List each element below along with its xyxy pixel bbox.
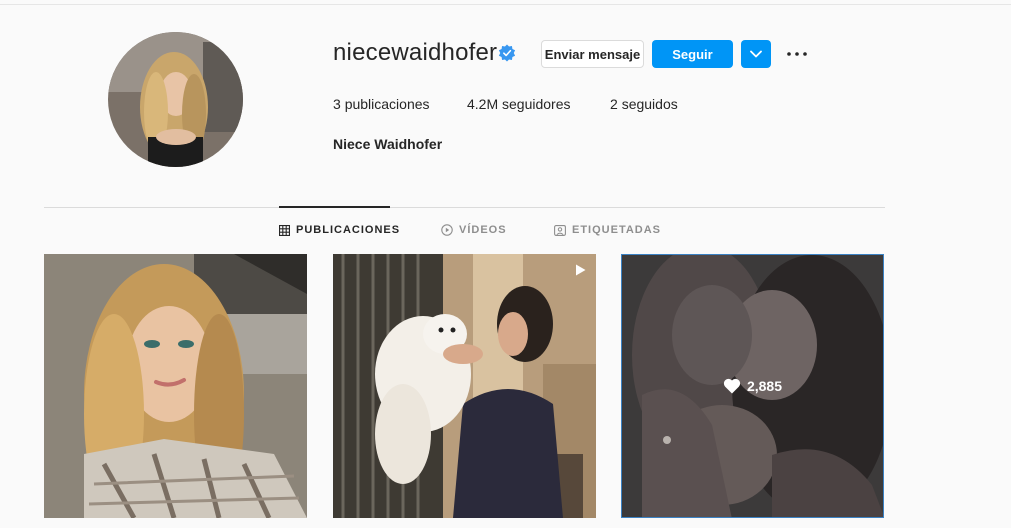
- more-options-icon: [787, 52, 807, 56]
- suggested-dropdown-button[interactable]: [741, 40, 771, 68]
- top-border: [0, 4, 1011, 5]
- post-image: [333, 254, 596, 518]
- chevron-down-icon: [750, 50, 762, 58]
- tab-publicaciones[interactable]: PUBLICACIONES: [279, 224, 400, 236]
- tab-videos[interactable]: VÍDEOS: [441, 224, 507, 236]
- more-options-button[interactable]: [785, 44, 809, 64]
- following-count: 2: [610, 96, 618, 112]
- grid-icon: [279, 224, 290, 236]
- likes-count: 2,885: [746, 378, 783, 394]
- video-tab-icon: [441, 224, 453, 236]
- post-tile[interactable]: [44, 254, 307, 518]
- tab-etiquetadas[interactable]: ETIQUETADAS: [554, 224, 661, 236]
- profile-avatar[interactable]: [108, 32, 243, 167]
- play-icon: [576, 264, 586, 276]
- tab-label: VÍDEOS: [459, 224, 507, 236]
- tab-label: PUBLICACIONES: [296, 224, 401, 236]
- tagged-icon: [554, 224, 566, 236]
- followers-stat[interactable]: 4.2M seguidores: [467, 96, 571, 112]
- posts-label: publicaciones: [344, 96, 430, 112]
- likes-overlay: 2,885: [622, 255, 883, 517]
- following-label: seguidos: [621, 96, 678, 112]
- posts-stat: 3 publicaciones: [333, 96, 430, 112]
- following-stat[interactable]: 2 seguidos: [610, 96, 678, 112]
- post-tile[interactable]: 2,885: [621, 254, 884, 518]
- verified-badge-icon: [498, 44, 516, 62]
- send-message-button[interactable]: Enviar mensaje: [541, 40, 644, 68]
- posts-count: 3: [333, 96, 341, 112]
- followers-label: seguidores: [502, 96, 571, 112]
- active-tab-indicator: [279, 206, 390, 208]
- post-image: [44, 254, 307, 518]
- tab-label: ETIQUETADAS: [572, 224, 662, 236]
- followers-count: 4.2M: [467, 96, 499, 112]
- heart-icon: [723, 378, 741, 394]
- profile-username: niecewaidhofer: [333, 39, 498, 66]
- follow-button[interactable]: Seguir: [652, 40, 733, 68]
- tabs-divider: [44, 207, 885, 208]
- profile-full-name: Niece Waidhofer: [333, 136, 443, 152]
- post-tile[interactable]: [333, 254, 596, 518]
